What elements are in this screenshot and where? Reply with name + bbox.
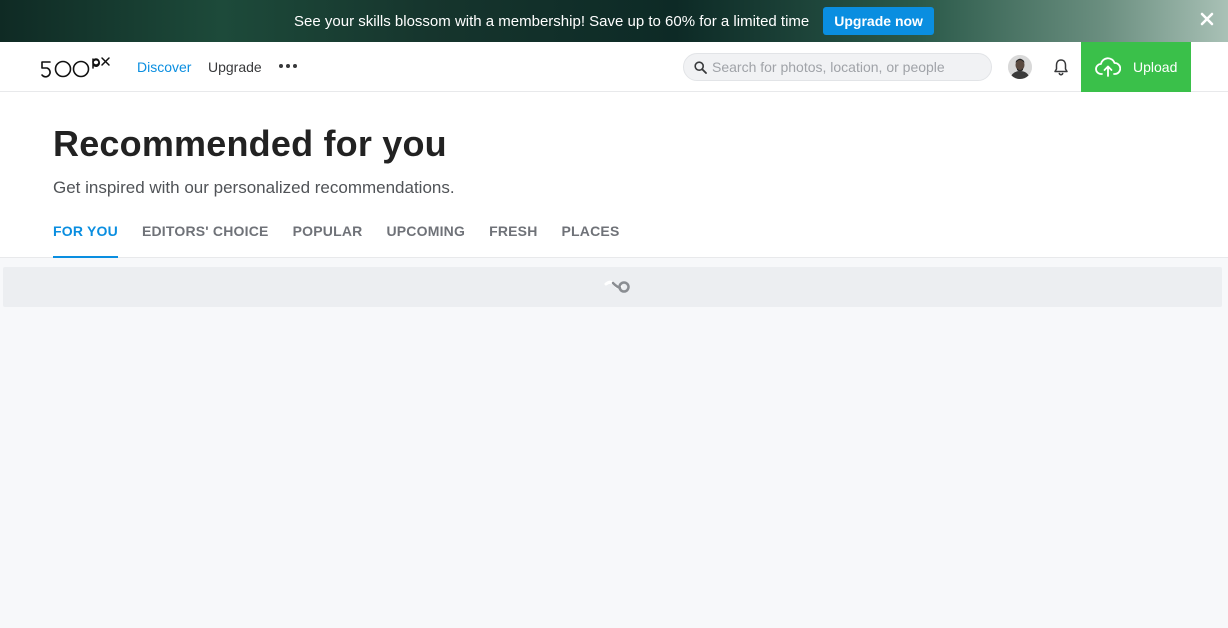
promo-text: See your skills blossom with a membershi… bbox=[294, 12, 810, 30]
avatar[interactable] bbox=[1008, 55, 1032, 79]
upload-button[interactable]: Upload bbox=[1081, 42, 1191, 92]
search-bar[interactable] bbox=[683, 53, 992, 81]
cloud-upload-icon bbox=[1095, 57, 1121, 77]
page-subtitle: Get inspired with our personalized recom… bbox=[53, 178, 455, 197]
tab-editors-choice[interactable]: EDITORS' CHOICE bbox=[142, 222, 269, 258]
page-title: Recommended for you bbox=[53, 123, 447, 164]
loading-spinner-icon bbox=[604, 280, 630, 293]
close-icon[interactable] bbox=[1200, 12, 1214, 26]
tab-places[interactable]: PLACES bbox=[562, 222, 620, 258]
top-navbar: Discover Upgrade Upload bbox=[0, 42, 1228, 92]
upgrade-now-button[interactable]: Upgrade now bbox=[823, 7, 934, 35]
500px-logo[interactable] bbox=[40, 56, 122, 80]
notifications-bell-icon[interactable] bbox=[1051, 57, 1071, 77]
upload-label: Upload bbox=[1133, 59, 1178, 75]
tab-popular[interactable]: POPULAR bbox=[293, 222, 363, 258]
nav-upgrade-link[interactable]: Upgrade bbox=[208, 59, 262, 75]
tab-for-you[interactable]: FOR YOU bbox=[53, 222, 118, 258]
search-input[interactable] bbox=[712, 57, 982, 77]
tab-bar: FOR YOU EDITORS' CHOICE POPULAR UPCOMING… bbox=[53, 222, 644, 258]
page-header: Recommended for you Get inspired with ou… bbox=[0, 92, 1228, 258]
search-icon bbox=[694, 61, 707, 74]
tab-fresh[interactable]: FRESH bbox=[489, 222, 537, 258]
promo-banner: See your skills blossom with a membershi… bbox=[0, 0, 1228, 42]
nav-discover-link[interactable]: Discover bbox=[137, 59, 191, 75]
tab-upcoming[interactable]: UPCOMING bbox=[386, 222, 465, 258]
more-dots-icon[interactable] bbox=[278, 60, 298, 72]
loading-bar bbox=[3, 267, 1222, 307]
